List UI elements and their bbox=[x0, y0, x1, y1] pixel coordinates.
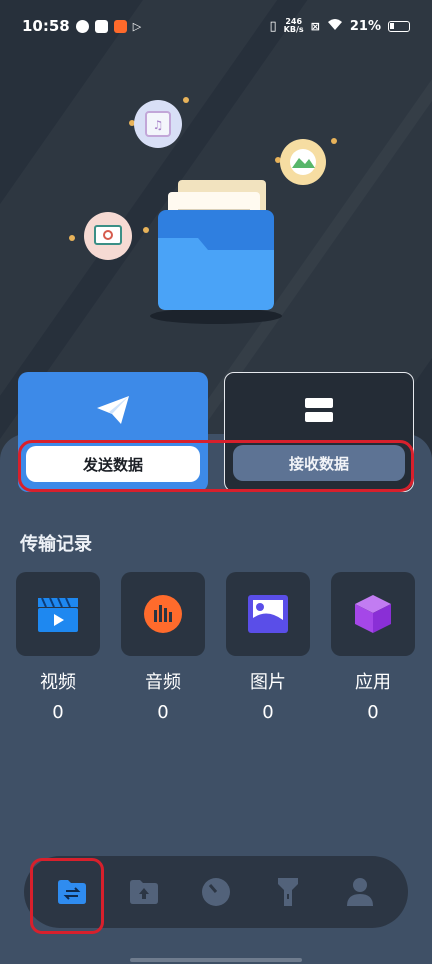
history-item-label: 图片 bbox=[250, 672, 286, 693]
history-item-audio[interactable]: 音频 0 bbox=[121, 572, 205, 723]
history-item-app[interactable]: 应用 0 bbox=[331, 572, 415, 723]
svg-text:♫: ♫ bbox=[153, 118, 164, 132]
history-item-label: 视频 bbox=[40, 672, 76, 693]
history-item-label: 应用 bbox=[355, 672, 391, 693]
nav-item-files[interactable] bbox=[120, 868, 168, 916]
audio-icon bbox=[144, 595, 182, 633]
flashlight-icon bbox=[278, 878, 298, 906]
sim-off-icon: ⊠ bbox=[310, 19, 320, 33]
server-stack-icon bbox=[305, 398, 333, 422]
image-icon bbox=[248, 595, 288, 633]
net-speed: 246 KB/s bbox=[283, 17, 304, 34]
wifi-icon bbox=[327, 18, 343, 35]
history-categories: 视频 0 音频 0 图片 0 应用 0 bbox=[16, 572, 416, 723]
video-icon bbox=[38, 597, 78, 632]
history-item-count: 0 bbox=[52, 702, 64, 723]
history-item-video[interactable]: 视频 0 bbox=[16, 572, 100, 723]
mail-icon bbox=[94, 19, 108, 33]
history-item-count: 0 bbox=[262, 702, 274, 723]
battery-level: 21% bbox=[349, 18, 381, 34]
home-indicator bbox=[130, 958, 302, 962]
highlight-annotation-nav bbox=[30, 858, 104, 934]
nav-item-profile[interactable] bbox=[336, 868, 384, 916]
person-icon bbox=[347, 878, 373, 906]
play-icon: ▷ bbox=[132, 19, 142, 33]
vibrate-icon: ▯ bbox=[269, 18, 277, 34]
history-item-count: 0 bbox=[157, 702, 169, 723]
section-title-transfer-history: 传输记录 bbox=[20, 534, 92, 555]
battery-icon bbox=[388, 20, 410, 32]
status-bar: 10:58 ▷ ▯ 246 KB/s ⊠ 21% bbox=[0, 0, 432, 52]
notification-app-icon bbox=[75, 19, 89, 33]
highlight-annotation-actions bbox=[18, 440, 414, 492]
app-notification-icon bbox=[113, 19, 127, 33]
nav-item-speed[interactable] bbox=[192, 868, 240, 916]
history-item-count: 0 bbox=[367, 702, 379, 723]
paper-plane-icon bbox=[97, 396, 129, 424]
clock: 10:58 bbox=[22, 17, 70, 35]
history-item-label: 音频 bbox=[145, 672, 181, 693]
nav-item-flashlight[interactable] bbox=[264, 868, 312, 916]
history-item-image[interactable]: 图片 0 bbox=[226, 572, 310, 723]
gauge-icon bbox=[202, 878, 230, 906]
folder-upload-icon bbox=[130, 880, 158, 904]
file-transfer-illustration: ♫ bbox=[69, 97, 337, 324]
app-cube-icon bbox=[355, 595, 391, 633]
